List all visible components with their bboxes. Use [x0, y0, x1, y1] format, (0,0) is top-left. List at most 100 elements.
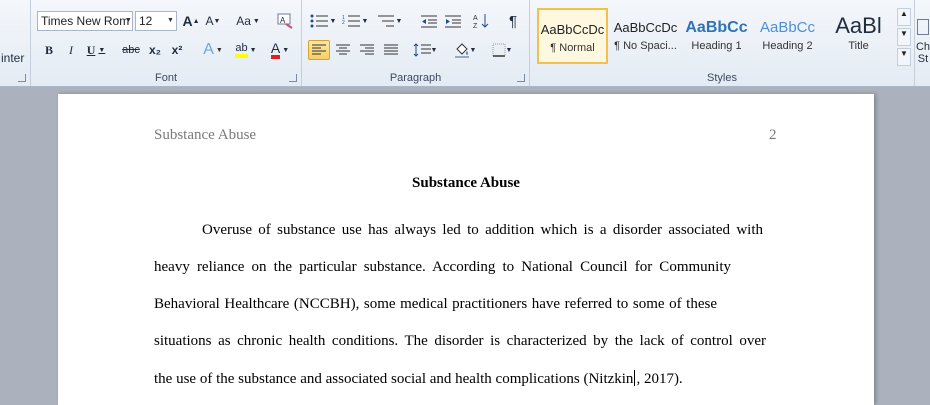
align-center-icon	[336, 44, 350, 55]
shrink-font-button[interactable]: A ▼	[203, 11, 223, 31]
subscript-button[interactable]: x₂	[145, 40, 165, 60]
style-heading-1[interactable]: AaBbCc Heading 1	[681, 8, 752, 64]
clear-formatting-button[interactable]: A	[275, 11, 295, 31]
strikethrough-button[interactable]: abc	[119, 40, 143, 60]
align-left-icon	[312, 44, 326, 55]
styles-group-label: Styles	[707, 72, 737, 84]
style-no-spacing[interactable]: AaBbCcDc ¶ No Spaci...	[610, 8, 681, 64]
font-size-value: 12	[139, 14, 153, 28]
paint-bucket-icon	[454, 43, 469, 58]
italic-icon: I	[69, 42, 73, 57]
line-spacing-icon	[413, 43, 431, 57]
style-heading-2[interactable]: AaBbCc Heading 2	[752, 8, 823, 64]
change-styles-label: Ch	[915, 41, 930, 53]
change-styles-button[interactable]: Ch St	[916, 8, 930, 66]
styles-more-icon[interactable]: ▼	[897, 48, 911, 66]
format-painter-label: inter	[1, 51, 25, 65]
decrease-indent-icon	[421, 15, 437, 28]
increase-indent-icon	[445, 15, 461, 28]
bullets-icon	[310, 14, 328, 28]
paragraph-group: ▼ 1 2 ▼ ▼ AZ ¶ ▼ ▼ ▼ Paragraph	[302, 0, 530, 86]
grow-font-icon: A	[182, 13, 193, 29]
font-name-combo[interactable]: Times New Rom	[37, 11, 133, 31]
superscript-button[interactable]: x²	[167, 40, 187, 60]
body-line-5: the use of the substance and associated …	[154, 370, 766, 388]
body-line-1: Overuse of substance use has always led …	[202, 222, 763, 238]
style-heading-1-sample: AaBbCc	[685, 19, 748, 36]
style-heading-1-name: Heading 1	[691, 40, 742, 52]
multilevel-list-icon	[377, 15, 394, 27]
shrink-font-icon: A	[205, 14, 214, 28]
style-title-sample: AaBl	[835, 13, 882, 38]
align-right-button[interactable]	[356, 40, 378, 60]
paragraph-dialog-launcher[interactable]	[517, 74, 525, 82]
style-title[interactable]: AaBl Title	[823, 8, 894, 64]
sort-button[interactable]: AZ	[470, 11, 492, 31]
strikethrough-icon: abc	[122, 44, 140, 56]
clipboard-group: inter	[0, 0, 31, 86]
style-no-spacing-name: ¶ No Spaci...	[614, 40, 677, 52]
numbering-button[interactable]: 1 2 ▼	[340, 11, 370, 31]
ribbon: inter Times New Rom ▼ 12 ▼ A ▲ A ▼ Aa ▼ A B…	[0, 0, 930, 87]
style-normal[interactable]: AaBbCcDc ¶ Normal	[537, 8, 608, 64]
change-case-icon: Aa	[236, 14, 251, 28]
subscript-icon: x₂	[148, 43, 161, 57]
format-painter-button[interactable]: inter	[0, 48, 30, 68]
bullets-button[interactable]: ▼	[308, 11, 338, 31]
line-spacing-button[interactable]: ▼	[410, 40, 440, 60]
styles-scroll-up-icon[interactable]: ▲	[897, 8, 911, 26]
shading-button[interactable]: ▼	[450, 40, 480, 60]
decrease-indent-button[interactable]	[418, 11, 440, 31]
font-name-dropdown-icon[interactable]: ▼	[125, 17, 132, 24]
align-left-button[interactable]	[308, 40, 330, 60]
align-center-button[interactable]	[332, 40, 354, 60]
superscript-icon: x²	[171, 43, 183, 57]
borders-icon	[492, 43, 506, 57]
text-effects-icon: A	[203, 41, 214, 58]
font-color-button[interactable]: A ▼	[265, 40, 295, 60]
change-case-button[interactable]: Aa ▼	[233, 11, 263, 31]
body-line-5-after-cursor: , 2017).	[636, 371, 683, 387]
body-line-2: heavy reliance on the particular substan…	[154, 259, 731, 275]
borders-button[interactable]: ▼	[486, 40, 518, 60]
svg-text:A: A	[280, 16, 286, 25]
style-normal-name: ¶ Normal	[550, 42, 595, 54]
svg-text:A: A	[473, 15, 478, 22]
styles-scroll: ▲ ▼ ▼	[897, 8, 911, 66]
justify-button[interactable]	[380, 40, 402, 60]
style-title-name: Title	[848, 40, 869, 52]
change-styles-icon	[917, 19, 929, 35]
italic-button[interactable]: I	[61, 40, 81, 60]
body-line-3: Behavioral Healthcare (NCCBH), some medi…	[154, 296, 717, 312]
style-normal-sample: AaBbCcDc	[540, 22, 605, 37]
body-line-5-before-cursor: the use of the substance and associated …	[154, 371, 634, 387]
svg-text:2: 2	[342, 20, 345, 26]
underline-button[interactable]: U ▼	[83, 40, 109, 60]
font-group: Times New Rom ▼ 12 ▼ A ▲ A ▼ Aa ▼ A B I U ▼ …	[31, 0, 302, 86]
font-size-dropdown-icon[interactable]: ▼	[167, 17, 174, 24]
bold-button[interactable]: B	[39, 40, 59, 60]
underline-icon: U	[86, 42, 96, 57]
pilcrow-icon: ¶	[508, 12, 518, 30]
highlight-button[interactable]: ab ▼	[231, 40, 261, 60]
paragraph-group-label: Paragraph	[389, 72, 442, 84]
text-effects-button[interactable]: A ▼	[199, 40, 227, 60]
multilevel-list-button[interactable]: ▼	[372, 11, 406, 31]
grow-font-button[interactable]: A ▲	[181, 11, 201, 31]
align-right-icon	[360, 44, 374, 55]
justify-icon	[384, 44, 398, 55]
change-styles-label-2: St	[917, 53, 929, 65]
sort-icon: AZ	[473, 14, 489, 29]
highlight-icon: ab	[235, 42, 248, 58]
styles-group: AaBbCcDc ¶ Normal AaBbCcDc ¶ No Spaci...…	[530, 0, 915, 86]
styles-scroll-down-icon[interactable]: ▼	[897, 28, 911, 46]
style-heading-2-sample: AaBbCc	[759, 19, 816, 36]
svg-text:Z: Z	[473, 23, 478, 29]
numbering-icon: 12	[342, 15, 360, 27]
font-dialog-launcher[interactable]	[289, 74, 297, 82]
font-name-value: Times New Rom	[41, 14, 130, 28]
document-page[interactable]: Substance Abuse 2 Substance Abuse Overus…	[58, 94, 874, 405]
show-formatting-button[interactable]: ¶	[502, 11, 524, 31]
increase-indent-button[interactable]	[442, 11, 464, 31]
clipboard-dialog-launcher[interactable]	[18, 74, 26, 82]
